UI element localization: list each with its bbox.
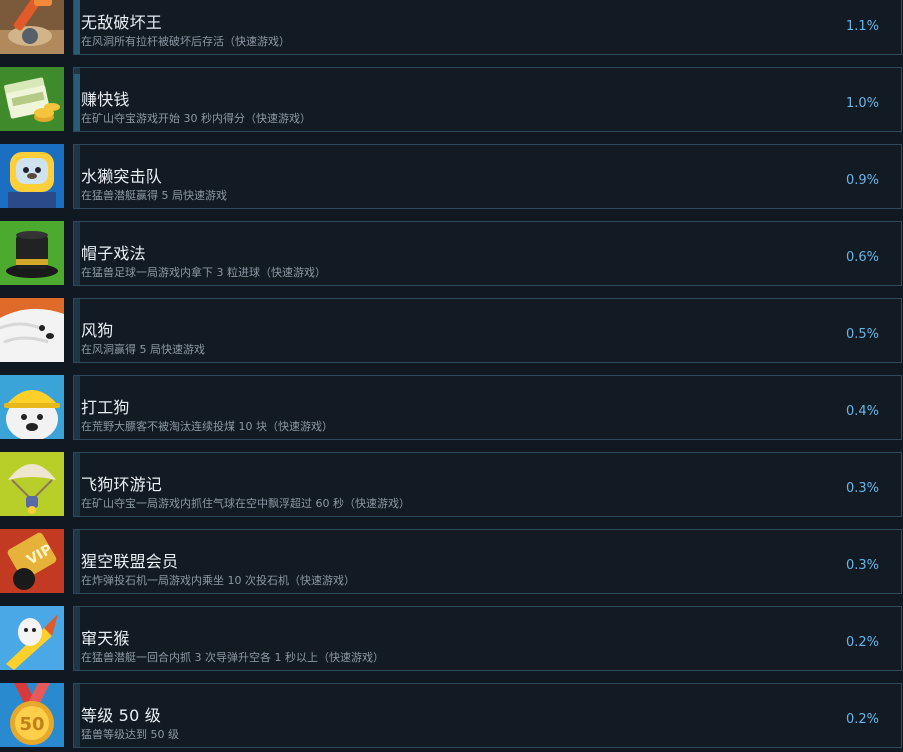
achievement-row[interactable]: 水獭突击队在猛兽潜艇赢得 5 局快速游戏 0.9% <box>0 144 903 209</box>
achievement-percent: 0.2% <box>845 712 879 727</box>
rocket-monkey-icon <box>0 606 64 670</box>
achievement-panel: 等级 50 级猛兽等级达到 50 级 0.2% <box>73 683 902 748</box>
achievement-row[interactable]: 无敌破坏王在风洞所有拉杆被破坏后存活（快速游戏） 1.1% <box>0 0 903 55</box>
achievement-description: 猛兽等级达到 50 级 <box>81 728 179 741</box>
achievement-title: 猩空联盟会员 <box>81 552 179 571</box>
achievement-title: 风狗 <box>81 321 114 340</box>
achievement-progress-bar <box>74 145 80 208</box>
wrench-smash-icon <box>0 0 64 54</box>
achievement-percent: 0.2% <box>845 635 879 650</box>
achievement-percent: 0.9% <box>845 173 879 188</box>
achievement-percent: 0.3% <box>845 558 879 573</box>
achievement-title: 帽子戏法 <box>81 244 146 263</box>
vip-ticket-icon: VIP <box>0 529 64 593</box>
achievement-progress-fill <box>74 74 80 131</box>
achievement-description: 在风洞所有拉杆被破坏后存活（快速游戏） <box>81 35 290 48</box>
achievement-progress-bar <box>74 453 80 516</box>
achievement-percent: 0.5% <box>845 327 879 342</box>
achievement-progress-bar <box>74 607 80 670</box>
achievement-title: 飞狗环游记 <box>81 475 163 494</box>
achievement-panel: 打工狗在荒野大膘客不被淘汰连续投煤 10 块（快速游戏） 0.4% <box>73 375 902 440</box>
achievement-progress-bar <box>74 222 80 285</box>
achievement-title: 赚快钱 <box>81 90 130 109</box>
achievement-panel: 帽子戏法在猛兽足球一局游戏内拿下 3 粒进球（快速游戏） 0.6% <box>73 221 902 286</box>
balloon-icon <box>0 452 64 516</box>
achievement-progress-bar <box>74 684 80 747</box>
achievement-panel: 无敌破坏王在风洞所有拉杆被破坏后存活（快速游戏） 1.1% <box>73 0 902 55</box>
top-hat-icon <box>0 221 64 285</box>
achievement-progress-bar <box>74 376 80 439</box>
achievement-progress-bar <box>74 530 80 593</box>
achievement-percent: 0.3% <box>845 481 879 496</box>
achievement-progress-bar <box>74 0 80 54</box>
achievement-percent: 0.6% <box>845 250 879 265</box>
achievement-progress-fill <box>74 0 80 54</box>
achievement-panel: 水獭突击队在猛兽潜艇赢得 5 局快速游戏 0.9% <box>73 144 902 209</box>
achievement-description: 在矿山夺宝一局游戏内抓住气球在空中飘浮超过 60 秒（快速游戏） <box>81 497 410 510</box>
achievement-row[interactable]: 打工狗在荒野大膘客不被淘汰连续投煤 10 块（快速游戏） 0.4% <box>0 375 903 440</box>
achievement-title: 无敌破坏王 <box>81 13 163 32</box>
achievement-row[interactable]: 飞狗环游记在矿山夺宝一局游戏内抓住气球在空中飘浮超过 60 秒（快速游戏） 0.3… <box>0 452 903 517</box>
windy-dog-icon <box>0 298 64 362</box>
achievement-panel: 窜天猴在猛兽潜艇一回合内抓 3 次导弹升空各 1 秒以上（快速游戏） 0.2% <box>73 606 902 671</box>
achievement-row[interactable]: 赚快钱在矿山夺宝游戏开始 30 秒内得分（快速游戏） 1.0% <box>0 67 903 132</box>
achievement-row[interactable]: 风狗在风洞赢得 5 局快速游戏 0.5% <box>0 298 903 363</box>
achievement-panel: 赚快钱在矿山夺宝游戏开始 30 秒内得分（快速游戏） 1.0% <box>73 67 902 132</box>
achievement-description: 在炸弹投石机一局游戏内乘坐 10 次投石机（快速游戏） <box>81 574 355 587</box>
achievement-panel: 飞狗环游记在矿山夺宝一局游戏内抓住气球在空中飘浮超过 60 秒（快速游戏） 0.3… <box>73 452 902 517</box>
achievement-description: 在荒野大膘客不被淘汰连续投煤 10 块（快速游戏） <box>81 420 333 433</box>
achievement-row[interactable]: 50 等级 50 级猛兽等级达到 50 级 0.2% <box>0 683 903 748</box>
achievement-title: 等级 50 级 <box>81 706 161 725</box>
achievement-percent: 1.1% <box>845 19 879 34</box>
achievement-row[interactable]: VIP 猩空联盟会员在炸弹投石机一局游戏内乘坐 10 次投石机（快速游戏） 0.3… <box>0 529 903 594</box>
hardhat-dog-icon <box>0 375 64 439</box>
achievement-progress-bar <box>74 299 80 362</box>
achievement-description: 在猛兽足球一局游戏内拿下 3 粒进球（快速游戏） <box>81 266 326 279</box>
achievement-percent: 1.0% <box>845 96 879 111</box>
achievement-percent: 0.4% <box>845 404 879 419</box>
achievement-progress-bar <box>74 68 80 131</box>
achievement-description: 在矿山夺宝游戏开始 30 秒内得分（快速游戏） <box>81 112 311 125</box>
svg-text:50: 50 <box>19 714 44 735</box>
otter-diver-icon <box>0 144 64 208</box>
achievement-panel: 风狗在风洞赢得 5 局快速游戏 0.5% <box>73 298 902 363</box>
achievement-title: 打工狗 <box>81 398 130 417</box>
achievement-description: 在风洞赢得 5 局快速游戏 <box>81 343 205 356</box>
achievement-row[interactable]: 帽子戏法在猛兽足球一局游戏内拿下 3 粒进球（快速游戏） 0.6% <box>0 221 903 286</box>
achievement-panel: 猩空联盟会员在炸弹投石机一局游戏内乘坐 10 次投石机（快速游戏） 0.3% <box>73 529 902 594</box>
achievement-row[interactable]: 窜天猴在猛兽潜艇一回合内抓 3 次导弹升空各 1 秒以上（快速游戏） 0.2% <box>0 606 903 671</box>
achievement-title: 窜天猴 <box>81 629 130 648</box>
achievement-description: 在猛兽潜艇赢得 5 局快速游戏 <box>81 189 227 202</box>
achievement-title: 水獭突击队 <box>81 167 163 186</box>
money-stack-icon <box>0 67 64 131</box>
achievement-description: 在猛兽潜艇一回合内抓 3 次导弹升空各 1 秒以上（快速游戏） <box>81 651 384 664</box>
level-50-medal-icon: 50 <box>0 683 64 747</box>
